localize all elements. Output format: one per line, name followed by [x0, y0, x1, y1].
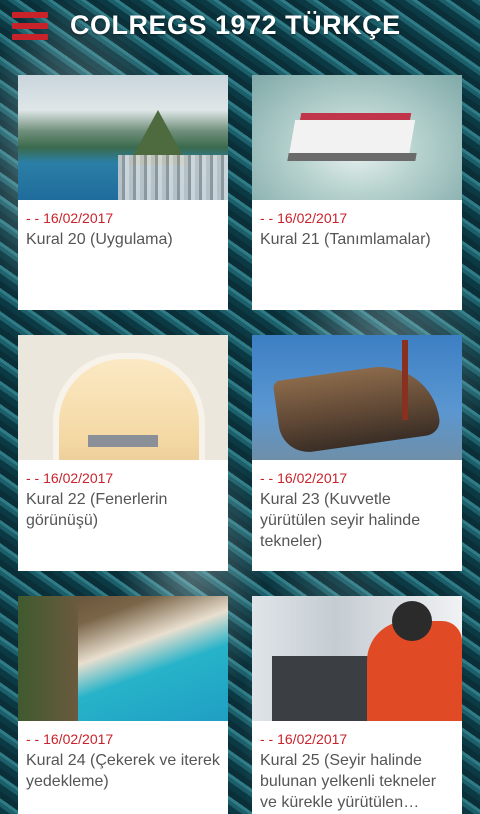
- hamburger-menu-icon[interactable]: [12, 12, 48, 40]
- card-title: Kural 20 (Uygulama): [26, 231, 173, 248]
- card-title: Kural 23 (Kuvvetle yürütülen seyir halin…: [260, 491, 421, 550]
- card-date: - - 16/02/2017: [26, 470, 114, 486]
- article-card-kural-24[interactable]: - - 16/02/2017 Kural 24 (Çekerek ve iter…: [18, 596, 228, 814]
- article-card-kural-21[interactable]: - - 16/02/2017 Kural 21 (Tanımlamalar): [252, 75, 462, 310]
- card-date: - - 16/02/2017: [26, 210, 114, 226]
- card-date: - - 16/02/2017: [260, 470, 348, 486]
- card-thumbnail: [252, 75, 462, 200]
- article-card-kural-25[interactable]: - - 16/02/2017 Kural 25 (Seyir halinde b…: [252, 596, 462, 814]
- card-thumbnail: [18, 335, 228, 460]
- card-thumbnail: [252, 335, 462, 460]
- article-card-kural-20[interactable]: - - 16/02/2017 Kural 20 (Uygulama): [18, 75, 228, 310]
- card-thumbnail: [252, 596, 462, 721]
- card-title: Kural 21 (Tanımlamalar): [260, 231, 431, 248]
- card-date: - - 16/02/2017: [260, 731, 348, 747]
- card-thumbnail: [18, 75, 228, 200]
- article-card-kural-23[interactable]: - - 16/02/2017 Kural 23 (Kuvvetle yürütü…: [252, 335, 462, 571]
- app-header: COLREGS 1972 TÜRKÇE: [0, 0, 480, 56]
- app-title: COLREGS 1972 TÜRKÇE: [70, 10, 401, 40]
- card-date: - - 16/02/2017: [26, 731, 114, 747]
- card-title: Kural 25 (Seyir halinde bulunan yelkenli…: [260, 752, 437, 811]
- card-date: - - 16/02/2017: [260, 210, 348, 226]
- card-thumbnail: [18, 596, 228, 721]
- card-title: Kural 24 (Çekerek ve iterek yedekleme): [26, 752, 220, 790]
- article-card-kural-22[interactable]: - - 16/02/2017 Kural 22 (Fenerlerin görü…: [18, 335, 228, 571]
- card-title: Kural 22 (Fenerlerin görünüşü): [26, 491, 168, 529]
